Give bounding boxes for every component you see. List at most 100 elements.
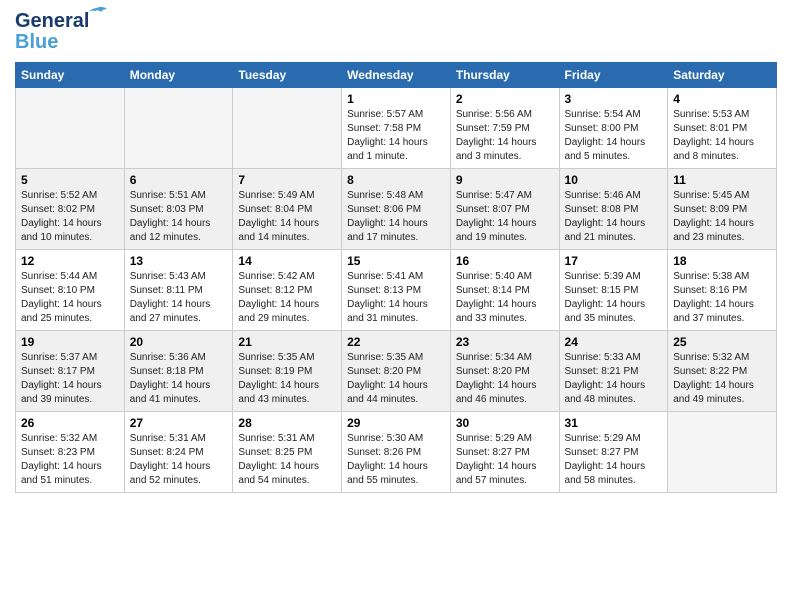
day-number: 9 [456,173,554,187]
day-number: 8 [347,173,445,187]
day-info: Sunrise: 5:38 AM Sunset: 8:16 PM Dayligh… [673,270,771,326]
col-thursday: Thursday [450,63,559,88]
day-info: Sunrise: 5:47 AM Sunset: 8:07 PM Dayligh… [456,189,554,245]
logo-blue: Blue [15,31,58,54]
table-row: 28Sunrise: 5:31 AM Sunset: 8:25 PM Dayli… [233,412,342,493]
day-number: 19 [21,335,119,349]
day-number: 3 [565,92,663,106]
table-row: 18Sunrise: 5:38 AM Sunset: 8:16 PM Dayli… [668,250,777,331]
table-row: 1 Sunrise: 5:57 AM Sunset: 7:58 PM Daylig… [342,88,451,169]
day-number: 29 [347,416,445,430]
col-tuesday: Tuesday [233,63,342,88]
day-info: Sunrise: 5:30 AM Sunset: 8:26 PM Dayligh… [347,432,445,488]
table-row: 5Sunrise: 5:52 AM Sunset: 8:02 PM Daylig… [16,169,125,250]
day-number: 12 [21,254,119,268]
day-number: 22 [347,335,445,349]
table-row: 24 Sunrise: 5:33 AM Sunset: 8:21 PM Dayli… [559,331,668,412]
calendar-week-row: 26Sunrise: 5:32 AM Sunset: 8:23 PM Dayli… [16,412,777,493]
day-info: Sunrise: 5:44 AM Sunset: 8:10 PM Dayligh… [21,270,119,326]
day-number: 6 [130,173,228,187]
day-number: 24 [565,335,663,349]
day-info: Sunrise: 5:39 AM Sunset: 8:15 PM Dayligh… [565,270,663,326]
table-row: 27Sunrise: 5:31 AM Sunset: 8:24 PM Dayli… [124,412,233,493]
day-info: Sunrise: 5:35 AM Sunset: 8:19 PM Dayligh… [238,351,336,407]
table-row: 31 Sunrise: 5:29 AM Sunset: 8:27 PM Dayli… [559,412,668,493]
day-number: 20 [130,335,228,349]
day-number: 1 [347,92,445,106]
day-info: Sunrise: 5:33 AM Sunset: 8:21 PM Dayligh… [565,351,663,407]
table-row: 14 Sunrise: 5:42 AM Sunset: 8:12 PM Dayli… [233,250,342,331]
day-info: Sunrise: 5:40 AM Sunset: 8:14 PM Dayligh… [456,270,554,326]
day-info: Sunrise: 5:48 AM Sunset: 8:06 PM Dayligh… [347,189,445,245]
day-info: Sunrise: 5:54 AM Sunset: 8:00 PM Dayligh… [565,108,663,164]
table-row: 26Sunrise: 5:32 AM Sunset: 8:23 PM Dayli… [16,412,125,493]
day-number: 30 [456,416,554,430]
calendar-week-row: 19 Sunrise: 5:37 AM Sunset: 8:17 PM Dayli… [16,331,777,412]
day-info: Sunrise: 5:34 AM Sunset: 8:20 PM Dayligh… [456,351,554,407]
col-saturday: Saturday [668,63,777,88]
page: General Blue Sunday Monday Tuesday Wedne… [0,0,792,612]
col-monday: Monday [124,63,233,88]
day-number: 2 [456,92,554,106]
day-number: 25 [673,335,771,349]
day-number: 14 [238,254,336,268]
table-row: 16 Sunrise: 5:40 AM Sunset: 8:14 PM Dayli… [450,250,559,331]
day-number: 15 [347,254,445,268]
logo-general: General [15,10,89,32]
day-number: 26 [21,416,119,430]
table-row [16,88,125,169]
day-info: Sunrise: 5:51 AM Sunset: 8:03 PM Dayligh… [130,189,228,245]
table-row: 21 Sunrise: 5:35 AM Sunset: 8:19 PM Dayli… [233,331,342,412]
calendar-header-row: Sunday Monday Tuesday Wednesday Thursday… [16,63,777,88]
day-info: Sunrise: 5:52 AM Sunset: 8:02 PM Dayligh… [21,189,119,245]
day-info: Sunrise: 5:37 AM Sunset: 8:17 PM Dayligh… [21,351,119,407]
col-sunday: Sunday [16,63,125,88]
day-info: Sunrise: 5:57 AM Sunset: 7:58 PM Dayligh… [347,108,445,164]
day-info: Sunrise: 5:46 AM Sunset: 8:08 PM Dayligh… [565,189,663,245]
day-info: Sunrise: 5:53 AM Sunset: 8:01 PM Dayligh… [673,108,771,164]
day-number: 16 [456,254,554,268]
table-row: 8 Sunrise: 5:48 AM Sunset: 8:06 PM Daylig… [342,169,451,250]
day-info: Sunrise: 5:32 AM Sunset: 8:22 PM Dayligh… [673,351,771,407]
calendar-week-row: 12 Sunrise: 5:44 AM Sunset: 8:10 PM Dayli… [16,250,777,331]
table-row: 12 Sunrise: 5:44 AM Sunset: 8:10 PM Dayli… [16,250,125,331]
day-info: Sunrise: 5:42 AM Sunset: 8:12 PM Dayligh… [238,270,336,326]
day-number: 13 [130,254,228,268]
calendar-table: Sunday Monday Tuesday Wednesday Thursday… [15,62,777,493]
col-wednesday: Wednesday [342,63,451,88]
day-number: 17 [565,254,663,268]
day-number: 23 [456,335,554,349]
day-number: 31 [565,416,663,430]
day-info: Sunrise: 5:29 AM Sunset: 8:27 PM Dayligh… [456,432,554,488]
table-row: 22Sunrise: 5:35 AM Sunset: 8:20 PM Dayli… [342,331,451,412]
day-number: 21 [238,335,336,349]
table-row: 11 Sunrise: 5:45 AM Sunset: 8:09 PM Dayli… [668,169,777,250]
day-number: 11 [673,173,771,187]
table-row: 9 Sunrise: 5:47 AM Sunset: 8:07 PM Daylig… [450,169,559,250]
table-row: 23 Sunrise: 5:34 AM Sunset: 8:20 PM Dayli… [450,331,559,412]
logo: General Blue [15,10,89,54]
header: General Blue [15,10,777,54]
day-info: Sunrise: 5:45 AM Sunset: 8:09 PM Dayligh… [673,189,771,245]
day-number: 27 [130,416,228,430]
day-number: 4 [673,92,771,106]
table-row: 29 Sunrise: 5:30 AM Sunset: 8:26 PM Dayli… [342,412,451,493]
table-row: 20Sunrise: 5:36 AM Sunset: 8:18 PM Dayli… [124,331,233,412]
table-row: 4 Sunrise: 5:53 AM Sunset: 8:01 PM Daylig… [668,88,777,169]
logo-bird-icon [87,6,107,20]
table-row: 2 Sunrise: 5:56 AM Sunset: 7:59 PM Daylig… [450,88,559,169]
day-number: 10 [565,173,663,187]
calendar-week-row: 1 Sunrise: 5:57 AM Sunset: 7:58 PM Daylig… [16,88,777,169]
calendar-week-row: 5Sunrise: 5:52 AM Sunset: 8:02 PM Daylig… [16,169,777,250]
table-row: 7 Sunrise: 5:49 AM Sunset: 8:04 PM Daylig… [233,169,342,250]
table-row: 30 Sunrise: 5:29 AM Sunset: 8:27 PM Dayli… [450,412,559,493]
day-number: 7 [238,173,336,187]
day-info: Sunrise: 5:29 AM Sunset: 8:27 PM Dayligh… [565,432,663,488]
table-row: 25 Sunrise: 5:32 AM Sunset: 8:22 PM Dayli… [668,331,777,412]
table-row [233,88,342,169]
table-row [668,412,777,493]
day-info: Sunrise: 5:49 AM Sunset: 8:04 PM Dayligh… [238,189,336,245]
day-info: Sunrise: 5:56 AM Sunset: 7:59 PM Dayligh… [456,108,554,164]
day-info: Sunrise: 5:31 AM Sunset: 8:25 PM Dayligh… [238,432,336,488]
day-info: Sunrise: 5:41 AM Sunset: 8:13 PM Dayligh… [347,270,445,326]
